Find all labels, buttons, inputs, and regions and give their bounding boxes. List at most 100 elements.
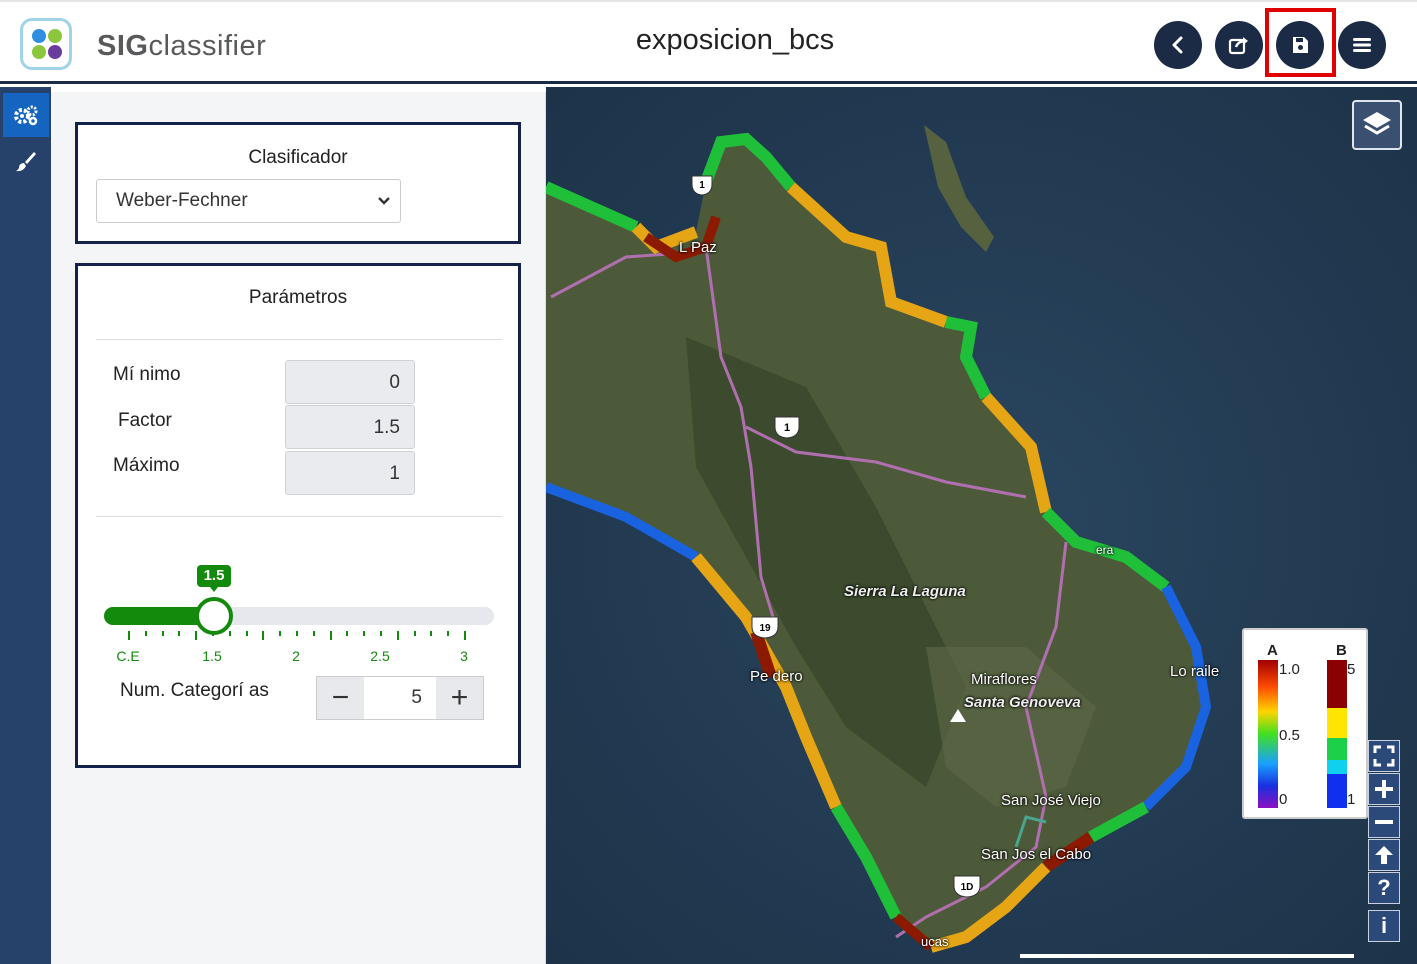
map-label-la-paz: L Paz (679, 239, 717, 256)
map-label-miraflores: Miraflores (971, 671, 1037, 688)
zoom-out-icon (1375, 820, 1393, 824)
side-toolbar (0, 87, 51, 964)
slider-tick (228, 631, 231, 636)
classifier-select[interactable]: Weber-Fechner (96, 179, 401, 223)
legend-gradient-ramp (1258, 660, 1278, 808)
legend-a-min: 0 (1279, 791, 1288, 808)
categories-stepper[interactable]: − 5 + (316, 676, 484, 720)
help-button[interactable]: ? (1368, 872, 1400, 904)
legend-a-title: A (1267, 642, 1278, 659)
hamburger-icon (1353, 38, 1371, 52)
slider-tick (296, 631, 298, 636)
layers-icon (1363, 112, 1391, 135)
shield-h19: 19 (759, 623, 771, 634)
factor-input[interactable]: 1.5 (285, 405, 415, 449)
shield-h1-mid: 1 (784, 422, 790, 434)
help-icon: ? (1377, 875, 1391, 900)
slider-tick-label: 1.5 (202, 648, 222, 664)
map-label-cabo: ucas (921, 934, 949, 949)
shield-h1-top: 1 (699, 180, 705, 191)
chevron-left-icon (1172, 36, 1183, 54)
minimum-label: Mí nimo (113, 364, 181, 385)
share-icon (1228, 37, 1248, 55)
maximum-label: Máximo (113, 455, 180, 476)
slider-tick (195, 631, 198, 640)
fullscreen-icon (1373, 745, 1395, 767)
map-view[interactable]: L Paz Sierra La Laguna Miraflores Santa … (546, 87, 1417, 964)
divider (96, 339, 502, 340)
map-label-la-ribera: era (1096, 543, 1114, 557)
info-button[interactable]: i (1368, 910, 1400, 942)
back-button[interactable] (1154, 21, 1202, 69)
map-label-san-jose-cabo: San Jos el Cabo (981, 846, 1092, 863)
classifier-title: Clasificador (248, 147, 348, 168)
save-highlight-box (1265, 8, 1336, 77)
legend-class-ramp (1327, 660, 1347, 808)
factor-label: Factor (118, 410, 172, 431)
categories-label: Num. Categorí as (120, 680, 269, 701)
info-icon: i (1380, 913, 1388, 938)
parameters-title: Parámetros (248, 287, 348, 308)
slider-tick (212, 631, 214, 636)
map-label-san-jose-viejo: San José Viejo (1001, 792, 1101, 809)
menu-button[interactable] (1338, 21, 1386, 69)
factor-slider-tooltip: 1.5 (197, 565, 231, 592)
satellite-map (546, 87, 1417, 964)
legend-a-mid: 0.5 (1279, 727, 1300, 744)
slider-tick-label: C.E (116, 648, 140, 664)
slider-tick (464, 631, 466, 640)
map-label-sierra: Sierra La Laguna (844, 583, 966, 600)
layers-button[interactable] (1352, 100, 1402, 150)
share-button[interactable] (1215, 21, 1263, 69)
top-header: SIGclassifier exposicion_bcs (0, 0, 1417, 84)
legend-b-title: B (1336, 642, 1347, 659)
shield-h1d: 1D (961, 882, 974, 893)
factor-slider-handle[interactable] (195, 597, 233, 635)
slider-tick (447, 631, 450, 636)
legend-a-max: 1.0 (1279, 661, 1300, 678)
slider-tick (161, 631, 164, 636)
zoom-in-icon (1375, 780, 1393, 798)
parameters-card: Parámetros Mí nimo 0 Factor 1.5 Máximo 1… (75, 263, 521, 768)
highway-shield-icon: 1D (953, 875, 981, 898)
settings-panel: Clasificador Weber-Fechner Parámetros Mí… (51, 92, 546, 964)
style-tool-button[interactable] (3, 139, 49, 183)
chevron-down-icon (378, 197, 390, 205)
slider-tick (363, 631, 366, 636)
zoom-in-button[interactable] (1368, 773, 1400, 805)
app-root: SIGclassifier exposicion_bcs Clasificado… (0, 0, 1417, 964)
zoom-out-button[interactable] (1368, 806, 1400, 838)
map-label-santa-genoveva: Santa Genoveva (964, 694, 1081, 711)
categories-value[interactable]: 5 (364, 677, 436, 719)
slider-tick-label: 2 (292, 648, 300, 664)
slider-tick (396, 631, 399, 640)
map-label-los-frailes: Lo raile (1170, 663, 1220, 680)
maximum-input[interactable]: 1 (285, 451, 415, 495)
slider-tick (128, 631, 130, 640)
classifier-selected-value: Weber-Fechner (116, 190, 248, 211)
map-label-pescadero: Pe dero (750, 668, 803, 685)
slider-tick (329, 631, 332, 640)
legend-b-min: 1 (1347, 791, 1356, 808)
slider-tick (380, 631, 382, 636)
classifier-tool-button[interactable] (3, 93, 49, 137)
slider-tick (346, 631, 349, 636)
north-button[interactable] (1368, 839, 1400, 871)
divider (96, 516, 502, 517)
legend-b-max: 5 (1347, 661, 1356, 678)
minimum-input[interactable]: 0 (285, 360, 415, 404)
increment-button[interactable]: + (436, 677, 483, 719)
decrement-button[interactable]: − (317, 677, 364, 719)
highway-shield-icon: 1 (774, 416, 800, 439)
fullscreen-button[interactable] (1368, 740, 1400, 772)
brush-icon (16, 152, 36, 172)
slider-tick (262, 631, 265, 640)
map-legend: A B 1.0 0.5 0 5 1 (1242, 628, 1368, 819)
scale-bar (1020, 954, 1354, 958)
document-title: exposicion_bcs (635, 24, 835, 56)
gears-icon (14, 105, 38, 126)
north-arrow-icon (1375, 846, 1393, 864)
highway-shield-icon: 1 (691, 175, 713, 196)
slider-tick (178, 631, 181, 636)
classifier-card: Clasificador Weber-Fechner (75, 122, 521, 244)
